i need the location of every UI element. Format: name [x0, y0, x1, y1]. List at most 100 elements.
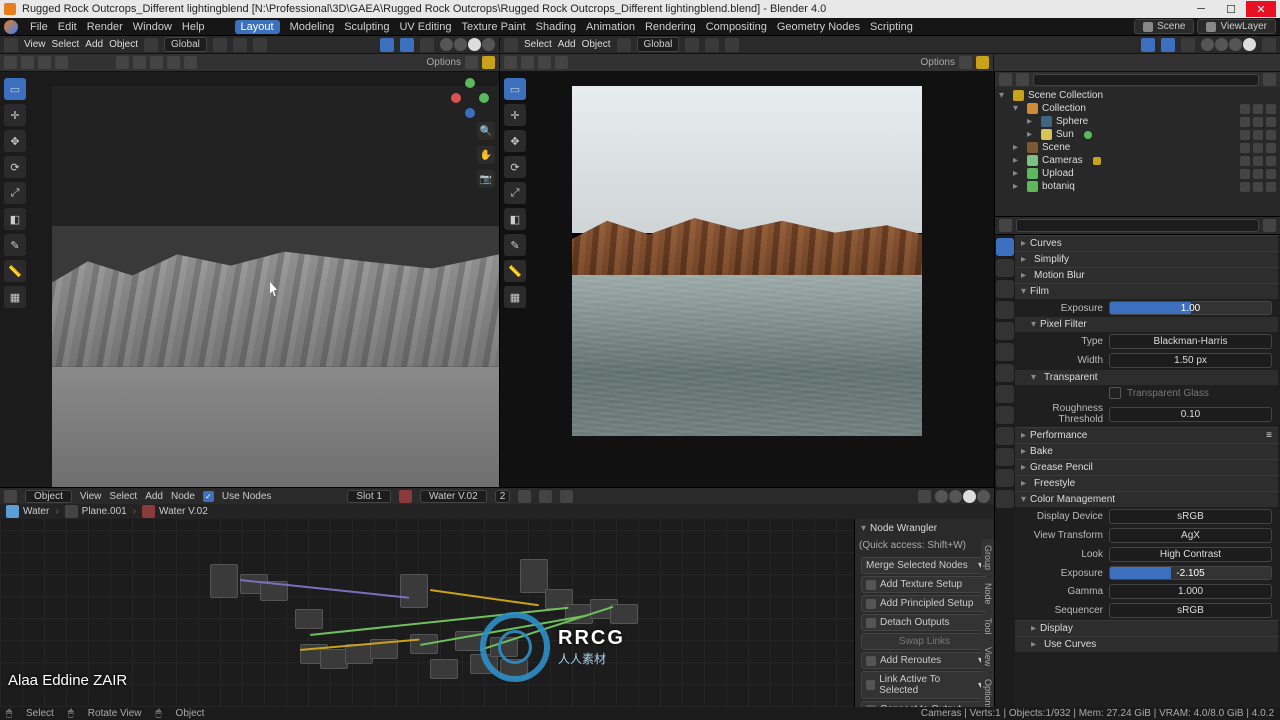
camera-view-icon[interactable]: 📷 — [477, 170, 495, 188]
workspace-layout[interactable]: Layout — [235, 20, 280, 34]
scale-tool[interactable]: ⤢ — [4, 182, 26, 204]
path-material[interactable]: Water V.02 — [142, 505, 208, 518]
tab-tool[interactable]: Tool — [981, 612, 994, 641]
annotate-tool[interactable]: ✎ — [4, 234, 26, 256]
tab-options[interactable]: Options — [981, 673, 994, 707]
maximize-button[interactable]: ☐ — [1216, 1, 1246, 17]
outliner-row-botaniq[interactable]: ▸ botaniq — [999, 180, 1276, 193]
overlay-toggle-r[interactable] — [1161, 38, 1175, 52]
menu-add-r[interactable]: Add — [558, 39, 576, 50]
look-select[interactable]: High Contrast — [1109, 547, 1272, 562]
select-box-tool-r[interactable]: ▭ — [504, 78, 526, 100]
menu-help[interactable]: Help — [182, 21, 205, 33]
select-box-tool[interactable]: ▭ — [4, 78, 26, 100]
props-pin-icon[interactable] — [1263, 219, 1276, 232]
tab-node[interactable]: Node — [981, 577, 994, 611]
cursor-tool[interactable]: ✛ — [4, 104, 26, 126]
workspace-scripting[interactable]: Scripting — [870, 21, 913, 33]
tool-icon-6[interactable] — [133, 56, 146, 69]
viewlayer-selector[interactable]: ViewLayer — [1197, 19, 1276, 34]
scene-selector[interactable]: Scene — [1134, 19, 1194, 34]
axis-z-icon[interactable] — [465, 108, 475, 118]
cm-exposure-slider[interactable]: -2.105 — [1109, 566, 1272, 580]
tool-icon-7[interactable] — [150, 56, 163, 69]
menu-window[interactable]: Window — [133, 21, 172, 33]
object-tab-icon[interactable] — [996, 343, 1014, 361]
proportional-icon-r[interactable] — [725, 38, 739, 52]
material-users[interactable]: 2 — [495, 490, 511, 503]
scene-tab-icon[interactable] — [996, 301, 1014, 319]
filter-width-field[interactable]: 1.50 px — [1109, 353, 1272, 368]
shading-modes-l[interactable] — [440, 38, 495, 51]
snap-icon[interactable] — [233, 38, 247, 52]
xray-toggle-r[interactable] — [1181, 38, 1195, 52]
outliner-row-upload[interactable]: ▸ Upload — [999, 167, 1276, 180]
pin-icon[interactable] — [518, 490, 531, 503]
transform-tool[interactable]: ◧ — [4, 208, 26, 230]
panel-bake[interactable]: ▸Bake — [1015, 444, 1278, 459]
texture-tab-icon[interactable] — [996, 490, 1014, 508]
editor-type-icon-r[interactable] — [504, 38, 518, 52]
menu-render[interactable]: Render — [87, 21, 123, 33]
panel-pixel-filter[interactable]: ▾Pixel Filter — [1015, 317, 1278, 332]
tool-icon-1[interactable] — [4, 56, 17, 69]
cursor-tool-r[interactable]: ✛ — [504, 104, 526, 126]
menu-view-l[interactable]: View — [24, 39, 46, 50]
orientation-select-r[interactable]: Global — [637, 37, 680, 52]
zoom-icon[interactable]: 🔍 — [477, 122, 495, 140]
tab-group[interactable]: Group — [981, 539, 994, 576]
outliner-row-cameras[interactable]: ▸ Cameras — [999, 154, 1276, 167]
panel-color-management[interactable]: ▾Color Management — [1015, 492, 1278, 507]
panel-curves[interactable]: ▸Curves — [1015, 236, 1278, 251]
menu-file[interactable]: File — [30, 21, 48, 33]
display-device-select[interactable]: sRGB — [1109, 509, 1272, 524]
annotate-tool-r[interactable]: ✎ — [504, 234, 526, 256]
outliner-row-scene-collection[interactable]: ▾ Scene Collection — [999, 89, 1276, 102]
view-transform-select[interactable]: AgX — [1109, 528, 1272, 543]
world-tab-icon[interactable] — [996, 322, 1014, 340]
outliner-row-sun[interactable]: ▸ Sun — [999, 128, 1276, 141]
panel-simplify[interactable]: ▸Simplify — [1015, 252, 1278, 267]
viewlayer-tab-icon[interactable] — [996, 280, 1014, 298]
tool-icon-2[interactable] — [21, 56, 34, 69]
slot-select[interactable]: Slot 1 — [347, 490, 391, 503]
data-tab-icon[interactable] — [996, 448, 1014, 466]
workspace-rendering[interactable]: Rendering — [645, 21, 696, 33]
tool-icon-4[interactable] — [55, 56, 68, 69]
workspace-animation[interactable]: Animation — [586, 21, 635, 33]
nw-link-active-button[interactable]: Link Active To Selected▾ — [861, 671, 988, 699]
roughness-threshold-field[interactable]: 0.10 — [1109, 407, 1272, 422]
add-cube-tool-r[interactable]: ▦ — [504, 286, 526, 308]
panel-use-curves[interactable]: ▸Use Curves — [1015, 637, 1278, 652]
viewport-left[interactable]: ▭ ✛ ✥ ⟳ ⤢ ◧ ✎ 📏 ▦ 🔍 ✋ 📷 — [0, 72, 500, 487]
shading-modes-r[interactable] — [1201, 38, 1256, 51]
panel-freestyle[interactable]: ▸Freestyle — [1015, 476, 1278, 491]
move-tool-r[interactable]: ✥ — [504, 130, 526, 152]
filter-icon-l[interactable] — [465, 56, 478, 69]
minimize-button[interactable]: ─ — [1186, 1, 1216, 17]
transparent-glass-checkbox[interactable] — [1109, 387, 1121, 399]
shader-editor-icon[interactable] — [4, 490, 17, 503]
outliner-row-scene[interactable]: ▸ Scene — [999, 141, 1276, 154]
menu-edit[interactable]: Edit — [58, 21, 77, 33]
workspace-texture[interactable]: Texture Paint — [461, 21, 525, 33]
ne-select[interactable]: Select — [109, 491, 137, 502]
workspace-compositing[interactable]: Compositing — [706, 21, 767, 33]
warning-icon-r[interactable] — [976, 56, 989, 69]
pivot-icon-r[interactable] — [685, 38, 699, 52]
orientation-icon[interactable] — [144, 38, 158, 52]
menu-select-r[interactable]: Select — [524, 39, 552, 50]
pause-icon[interactable] — [1262, 38, 1276, 52]
nw-merge-button[interactable]: Merge Selected Nodes▾ — [861, 557, 988, 574]
tool-icon-r1[interactable] — [504, 56, 517, 69]
measure-tool-r[interactable]: 📏 — [504, 260, 526, 282]
nw-swap-button[interactable]: Swap Links — [861, 633, 988, 650]
panel-transparent[interactable]: ▾Transparent — [1015, 370, 1278, 385]
modifier-tab-icon[interactable] — [996, 364, 1014, 382]
tool-icon-r2[interactable] — [521, 56, 534, 69]
physics-tab-icon[interactable] — [996, 406, 1014, 424]
use-nodes-checkbox[interactable]: ✓ — [203, 491, 214, 502]
options-label-l[interactable]: Options — [427, 57, 461, 68]
workspace-shading[interactable]: Shading — [536, 21, 576, 33]
shield-icon[interactable] — [539, 490, 552, 503]
